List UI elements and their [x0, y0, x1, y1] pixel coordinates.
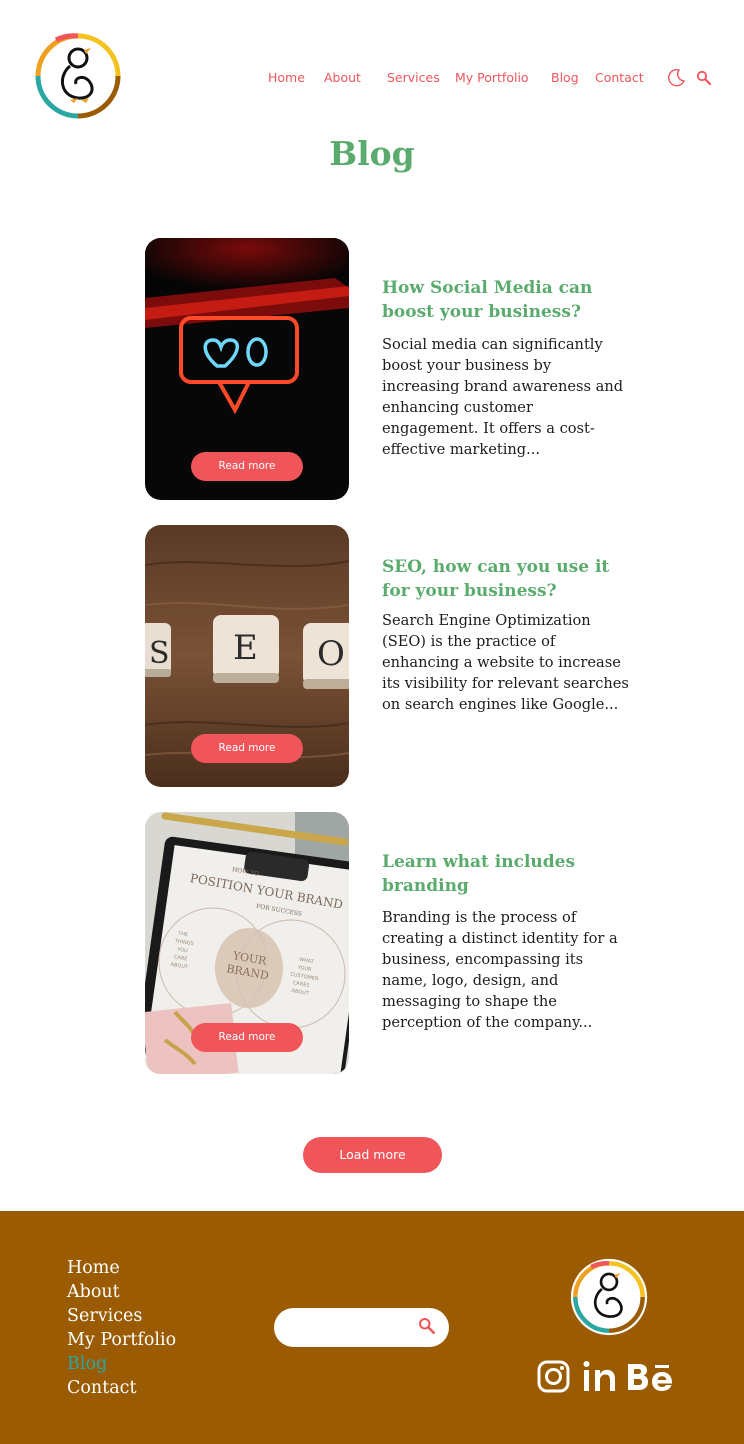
page-title: Blog	[329, 134, 415, 173]
nav-about[interactable]: About	[324, 70, 361, 85]
search-icon[interactable]	[418, 1317, 436, 1339]
penguin-logo-icon	[35, 33, 121, 119]
load-more-button[interactable]: Load more	[303, 1137, 442, 1173]
nav-contact[interactable]: Contact	[595, 70, 644, 85]
footer-logo[interactable]	[570, 1258, 648, 1336]
post-image-neon-like[interactable]: Read more	[145, 238, 349, 500]
nav-home[interactable]: Home	[268, 70, 305, 85]
post-excerpt: Branding is the process of creating a di…	[382, 909, 618, 1031]
footer-nav-home[interactable]: Home	[67, 1256, 176, 1280]
search-icon[interactable]	[696, 70, 712, 90]
post-image-branding-clipboard[interactable]: HOW TO POSITION YOUR BRAND FOR SUCCESS Y…	[145, 812, 349, 1074]
blog-card: Read more How Social Media can boost you…	[145, 238, 635, 500]
post-image-seo-tiles[interactable]: S E O Read more	[145, 525, 349, 787]
blog-card: HOW TO POSITION YOUR BRAND FOR SUCCESS Y…	[145, 812, 635, 1074]
moon-icon[interactable]	[666, 68, 686, 92]
footer-nav-services[interactable]: Services	[67, 1304, 176, 1328]
site-logo[interactable]	[34, 32, 122, 120]
svg-text:S: S	[149, 636, 170, 671]
footer-nav-contact[interactable]: Contact	[67, 1376, 176, 1400]
site-footer: Home About Services My Portfolio Blog Co…	[0, 1211, 744, 1444]
read-more-button[interactable]: Read more	[191, 452, 303, 481]
blog-card: S E O Read more SEO, how can you use it …	[145, 525, 635, 787]
read-more-button[interactable]: Read more	[191, 734, 303, 763]
post-excerpt: Search Engine Optimization (SEO) is the …	[382, 612, 629, 713]
post-title[interactable]: How Social Media can boost your business…	[382, 276, 632, 324]
post-excerpt: Social media can significantly boost you…	[382, 336, 624, 458]
footer-nav-about[interactable]: About	[67, 1280, 176, 1304]
penguin-logo-icon	[570, 1258, 648, 1336]
nav-my-portfolio[interactable]: My Portfolio	[455, 70, 529, 85]
footer-search	[274, 1308, 449, 1347]
footer-nav-blog[interactable]: Blog	[67, 1352, 176, 1376]
read-more-button[interactable]: Read more	[191, 1023, 303, 1052]
post-title[interactable]: Learn what includes branding	[382, 850, 632, 898]
footer-nav-my-portfolio[interactable]: My Portfolio	[67, 1328, 176, 1352]
instagram-icon[interactable]	[537, 1360, 570, 1397]
nav-services[interactable]: Services	[387, 70, 440, 85]
post-title[interactable]: SEO, how can you use it for your busines…	[382, 555, 632, 603]
nav-blog[interactable]: Blog	[551, 70, 579, 85]
footer-search-input[interactable]	[290, 1317, 410, 1338]
svg-text:E: E	[233, 628, 258, 668]
behance-icon[interactable]	[626, 1361, 674, 1397]
linkedin-icon[interactable]	[582, 1360, 618, 1397]
footer-nav: Home About Services My Portfolio Blog Co…	[67, 1256, 176, 1400]
svg-text:O: O	[317, 634, 345, 674]
